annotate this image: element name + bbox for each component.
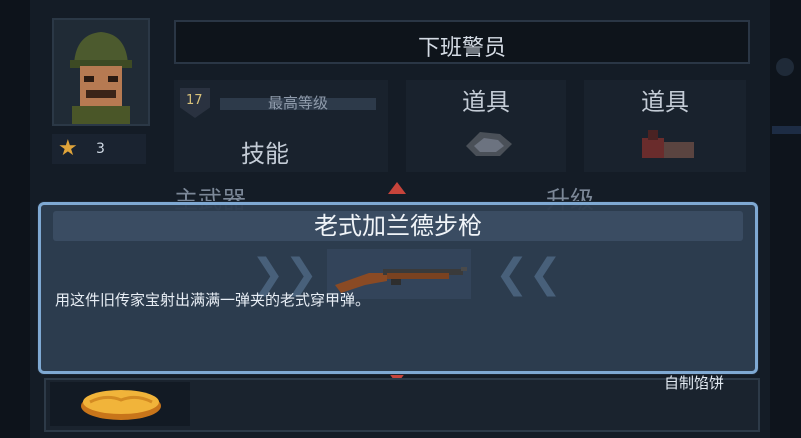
medkit-icon — [642, 130, 694, 158]
star-rating: ★ 3 — [52, 134, 146, 164]
weapon-description: 用这件旧传家宝射出满满一弹夹的老式穿甲弹。 — [55, 291, 371, 309]
pie-icon — [81, 390, 161, 420]
chevron-left-icon: ❮❮ — [495, 251, 563, 297]
side-indicator — [772, 126, 801, 134]
rank-label: 最高等级 — [267, 94, 328, 112]
item-label-1: 道具 — [462, 88, 510, 116]
grenade-pack-icon — [466, 132, 512, 156]
character-name: 下班警员 — [417, 36, 506, 61]
soldier-portrait-icon — [54, 20, 148, 124]
scroll-up-icon[interactable] — [388, 182, 406, 194]
character-name-bar: 下班警员 — [174, 20, 750, 64]
rank-level: 17 — [186, 93, 203, 108]
popup-title-bar: 老式加兰德步枪 — [53, 211, 743, 241]
skill-label: 技能 — [241, 140, 289, 168]
star-icon: ★ — [58, 136, 78, 161]
character-portrait[interactable] — [52, 18, 150, 126]
weapon-name: 老式加兰德步枪 — [314, 212, 482, 240]
left-edge — [0, 0, 30, 438]
bottom-item-label: 自制馅饼 — [664, 374, 725, 392]
weapon-info-popup: 老式加兰德步枪 ❯❯ ❮❮ 用这件旧传家宝射出满满一弹夹的老式穿甲弹。 — [38, 202, 758, 374]
item-label-2: 道具 — [641, 88, 689, 116]
star-count: 3 — [96, 141, 105, 157]
side-button[interactable] — [776, 58, 794, 76]
